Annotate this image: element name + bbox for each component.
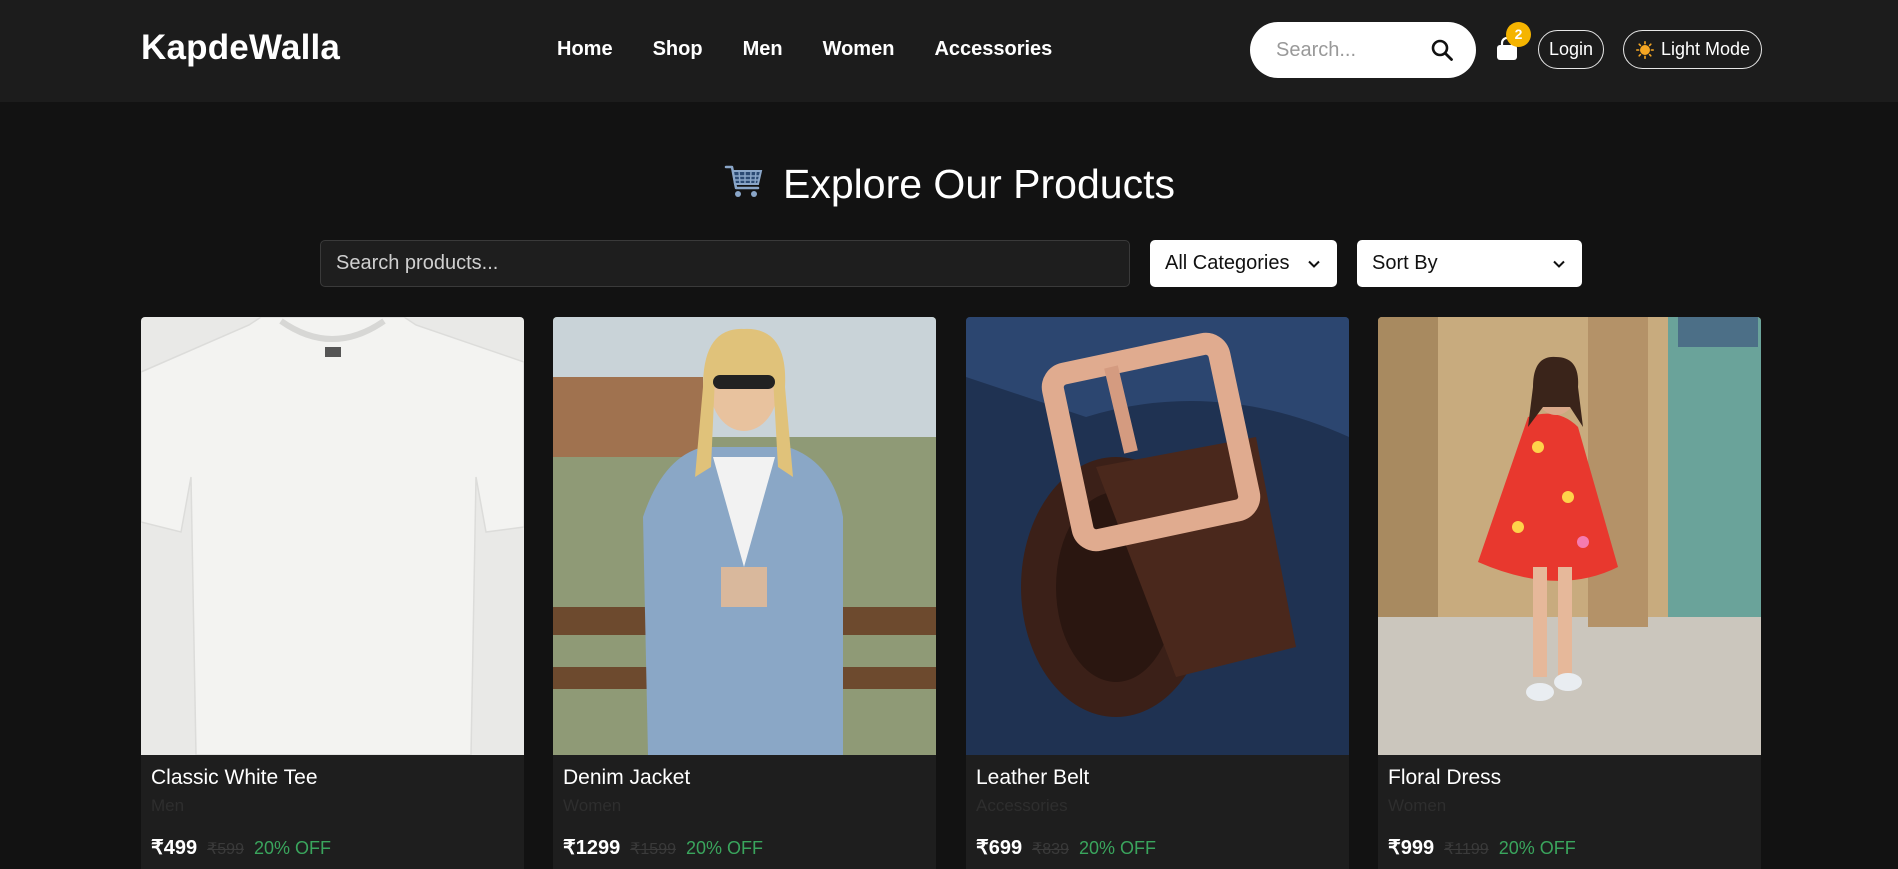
discount-label: 20% OFF [253, 838, 331, 858]
sort-select[interactable]: Sort By [1357, 240, 1582, 287]
discount-label: 20% OFF [1078, 838, 1156, 858]
nav-link-men[interactable]: Men [743, 38, 783, 61]
main-nav: Home Shop Men Women Accessories [557, 38, 1092, 61]
product-category: Accessories [976, 796, 1068, 815]
product-old-price: ₹599 [207, 841, 244, 858]
product-card[interactable]: Floral Dress Women ₹999 ₹1199 20% OFF [1378, 317, 1761, 869]
theme-toggle-label: Light Mode [1661, 39, 1751, 59]
product-card[interactable]: Leather Belt Accessories ₹699 ₹839 20% O… [966, 317, 1349, 869]
login-button[interactable]: Login [1538, 30, 1604, 69]
category-select[interactable]: All Categories [1150, 240, 1337, 287]
category-select-value: All Categories [1165, 252, 1290, 274]
price-row: ₹699 ₹839 20% OFF [976, 835, 1156, 860]
chevron-down-icon [1308, 260, 1320, 268]
product-old-price: ₹1599 [630, 841, 676, 858]
price-row: ₹999 ₹1199 20% OFF [1388, 835, 1576, 860]
product-name[interactable]: Leather Belt [976, 766, 1089, 790]
header-search-input[interactable] [1276, 36, 1426, 64]
nav-link-accessories[interactable]: Accessories [934, 38, 1052, 61]
product-category: Women [1388, 796, 1447, 815]
product-name[interactable]: Floral Dress [1388, 766, 1501, 790]
product-old-price: ₹839 [1032, 841, 1069, 858]
cart-count-badge: 2 [1506, 22, 1531, 47]
product-name[interactable]: Denim Jacket [563, 766, 690, 790]
sort-select-value: Sort By [1372, 252, 1438, 274]
page-title: Explore Our Products [0, 160, 1898, 208]
product-search-input[interactable] [320, 240, 1130, 287]
product-card[interactable]: Denim Jacket Women ₹1299 ₹1599 20% OFF [553, 317, 936, 869]
brand-logo[interactable]: KapdeWalla [141, 28, 340, 68]
page-title-text: Explore Our Products [783, 161, 1175, 207]
nav-link-shop[interactable]: Shop [653, 38, 703, 61]
product-category: Men [151, 796, 185, 815]
product-price: ₹499 [151, 837, 198, 859]
product-card[interactable]: Classic White Tee Men ₹499 ₹599 20% OFF [141, 317, 524, 869]
shopping-cart-icon [724, 165, 763, 197]
product-name[interactable]: Classic White Tee [151, 766, 318, 790]
top-navbar: KapdeWalla Home Shop Men Women Accessori… [0, 0, 1898, 102]
chevron-down-icon [1553, 260, 1565, 268]
product-image[interactable] [1378, 317, 1761, 755]
product-image[interactable] [966, 317, 1349, 755]
price-row: ₹499 ₹599 20% OFF [151, 835, 331, 860]
discount-label: 20% OFF [686, 838, 764, 858]
product-price: ₹699 [976, 837, 1023, 859]
product-category: Women [563, 796, 622, 815]
sun-icon [1636, 40, 1654, 59]
header-search [1250, 22, 1476, 78]
theme-toggle-button[interactable]: Light Mode [1623, 30, 1762, 69]
search-icon[interactable] [1430, 38, 1454, 62]
price-row: ₹1299 ₹1599 20% OFF [563, 835, 763, 860]
product-image[interactable] [141, 317, 524, 755]
product-price: ₹999 [1388, 837, 1435, 859]
product-old-price: ₹1199 [1444, 841, 1489, 858]
product-image[interactable] [553, 317, 936, 755]
nav-link-women[interactable]: Women [823, 38, 895, 61]
product-price: ₹1299 [563, 837, 621, 859]
nav-link-home[interactable]: Home [557, 38, 613, 61]
discount-label: 20% OFF [1498, 838, 1576, 858]
